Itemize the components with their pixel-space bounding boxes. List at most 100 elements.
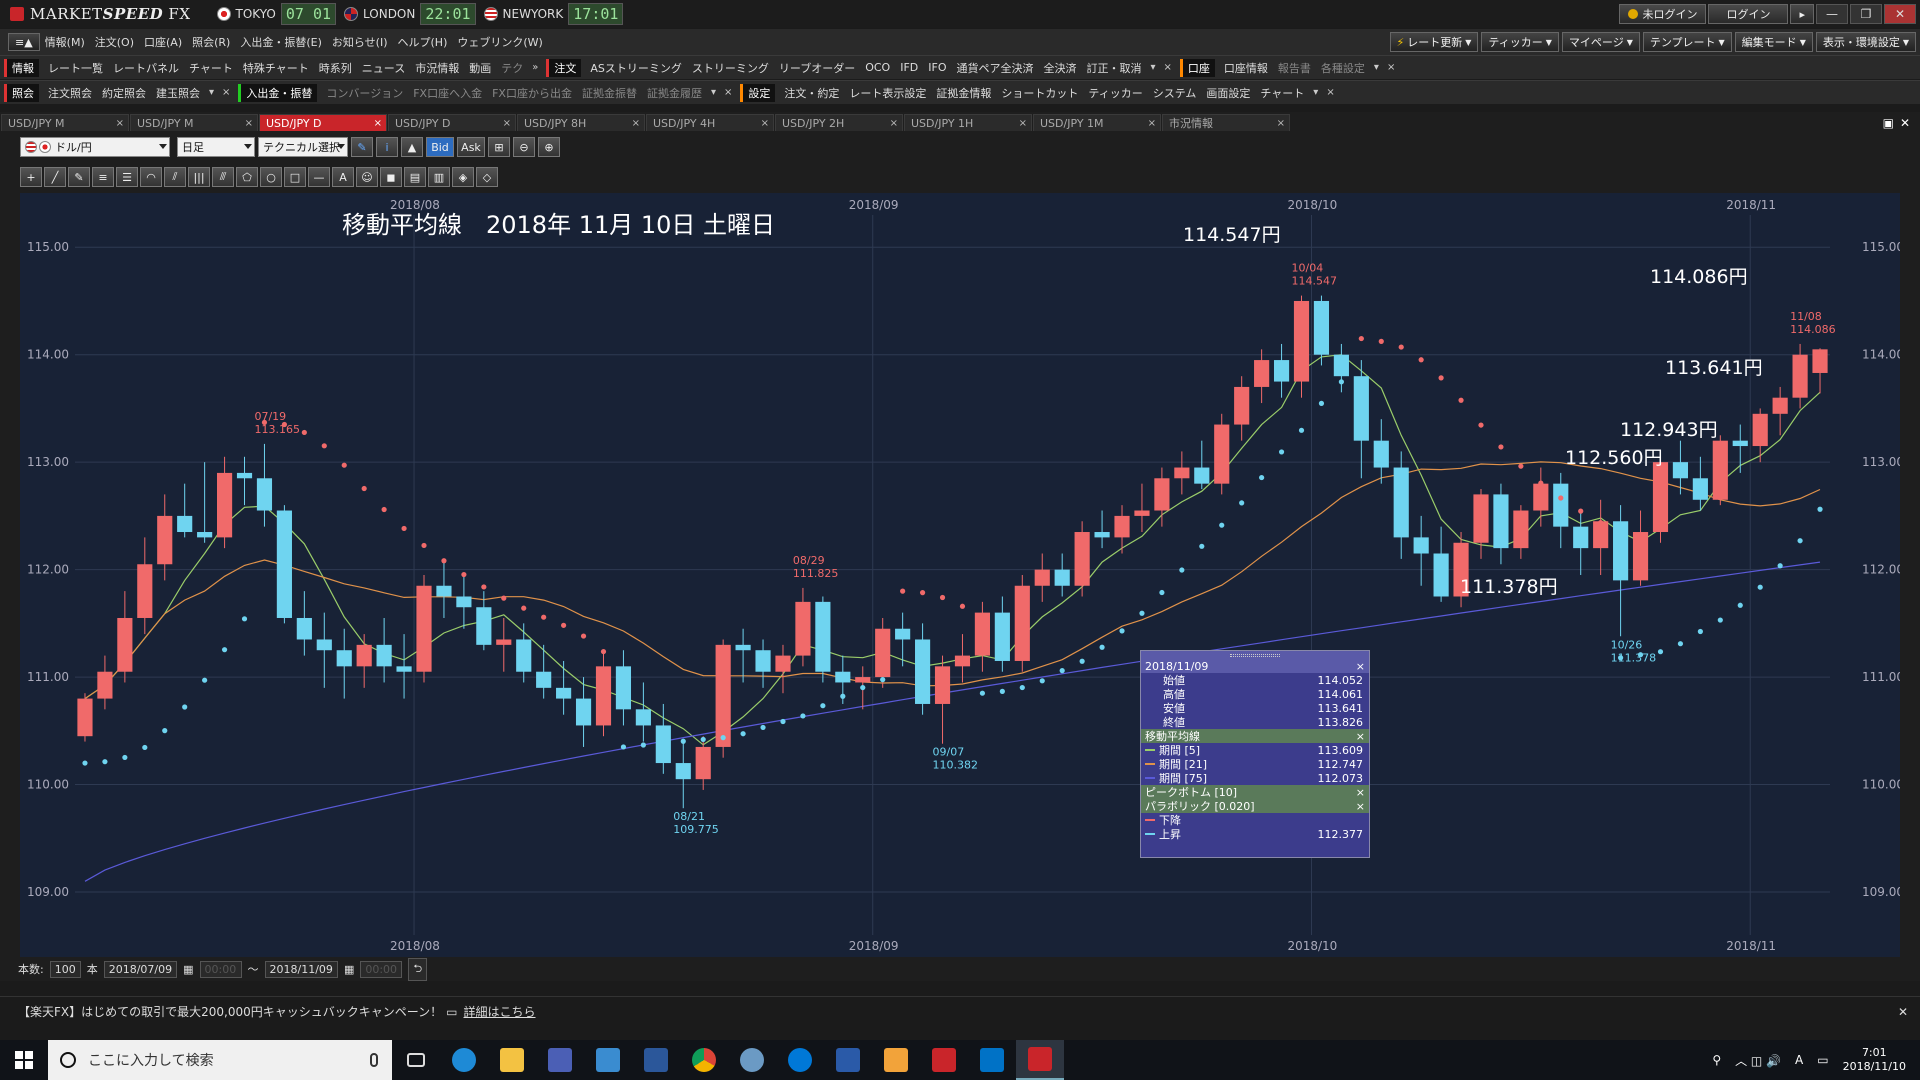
close-icon[interactable]: × [1322,87,1338,98]
draw-tool-icon[interactable]: ≡ [92,167,114,187]
tab-usdjpy-m-2[interactable]: USD/JPY M × [130,114,258,131]
tab-usdjpy-4h[interactable]: USD/JPY 4H × [646,114,774,131]
draw-tool-icon[interactable]: ☺ [356,167,378,187]
pen-icon[interactable]: ✎ [351,137,373,157]
tool-system[interactable]: システム [1148,85,1202,101]
draw-tool-icon[interactable]: ╱ [44,167,66,187]
draw-tool-icon[interactable]: A [332,167,354,187]
tool-video[interactable]: 動画 [464,60,496,76]
menu-info[interactable]: 情報(M) [40,34,90,50]
menu-deposit[interactable]: 入出金・振替(E) [235,34,327,50]
more-icon[interactable]: » [528,62,542,73]
menu-account[interactable]: 口座(A) [139,34,187,50]
taskbar-search[interactable]: ここに入力して検索 [48,1040,392,1080]
close-icon[interactable]: × [1383,62,1399,73]
tool-oco[interactable]: OCO [860,61,895,74]
tab-usdjpy-1h[interactable]: USD/JPY 1H × [904,114,1032,131]
marketspeed-fx-icon[interactable] [1016,1040,1064,1080]
menu-help[interactable]: ヘルプ(H) [393,34,453,50]
draw-tool-icon[interactable]: + [20,167,42,187]
word-icon[interactable] [632,1040,680,1080]
feather-app-icon[interactable] [824,1040,872,1080]
zoom-out-icon[interactable]: ⊖ [513,137,535,157]
maximize-panel-icon[interactable]: ▣ [1883,116,1894,130]
tool-modify-cancel[interactable]: 訂正・取消 [1082,60,1147,76]
close-panel-icon[interactable]: ✕ [1900,116,1910,130]
tool-report[interactable]: 報告書 [1273,60,1316,76]
calendar-icon[interactable]: ▦ [183,963,193,976]
tool-rate-display-settings[interactable]: レート表示設定 [844,85,931,101]
draw-tool-icon[interactable]: ◼ [380,167,402,187]
close-icon[interactable]: × [218,87,234,98]
tool-ticker[interactable]: ティッカー [1083,85,1147,101]
menu-notice[interactable]: お知らせ(I) [327,34,393,50]
tool-order-inquiry[interactable]: 注文照会 [43,85,97,101]
task-view-icon[interactable] [392,1040,440,1080]
to-time-field[interactable]: 00:00 [360,960,403,978]
ie-icon[interactable] [440,1040,488,1080]
tab-usdjpy-8h[interactable]: USD/JPY 8H × [517,114,645,131]
restore-button[interactable]: ❐ [1850,4,1882,24]
zoom-in-icon[interactable]: ⊕ [538,137,560,157]
tab-usdjpy-1m[interactable]: USD/JPY 1M × [1033,114,1161,131]
tool-settings[interactable]: 各種設定 [1316,60,1370,76]
mypage-button[interactable]: マイページ ▼ [1561,32,1640,52]
tab-market-info[interactable]: 市況情報 × [1162,114,1290,131]
edge-icon[interactable] [776,1040,824,1080]
taskbar-clock[interactable]: 7:01 2018/11/10 [1843,1046,1906,1074]
draw-tool-icon[interactable]: ||| [188,167,210,187]
dropdown-icon[interactable]: ▾ [205,87,218,98]
tool-special-chart[interactable]: 特殊チャート [238,60,314,76]
currency-pair-select[interactable]: ドル/円 [20,137,170,157]
tool-time-series[interactable]: 時系列 [314,60,357,76]
dropdown-icon[interactable]: ▾ [1147,62,1160,73]
draw-tool-icon[interactable]: ⬠ [236,167,258,187]
mountain-chart-icon[interactable]: ▲ [401,137,423,157]
tool-withdraw[interactable]: FX口座から出金 [487,85,577,101]
start-button[interactable] [0,1040,48,1080]
close-icon[interactable]: × [116,118,124,129]
tool-position-inquiry[interactable]: 建玉照会 [151,85,205,101]
close-icon[interactable]: × [503,118,511,129]
rate-update-button[interactable]: ⚡ レート更新 ▼ [1389,32,1479,52]
close-icon[interactable]: × [1356,786,1365,799]
menu-order[interactable]: 注文(O) [90,34,139,50]
app-window-icon[interactable] [584,1040,632,1080]
tool-shortcut[interactable]: ショートカット [996,85,1083,101]
draw-tool-icon[interactable]: ◠ [140,167,162,187]
tool-margin-history[interactable]: 証拠金履歴 [642,85,707,101]
outlook-icon[interactable] [968,1040,1016,1080]
banner-link[interactable]: 詳細はこちら [464,1003,536,1020]
explorer-icon[interactable] [488,1040,536,1080]
ime-indicator[interactable]: A [1795,1053,1803,1067]
draw-tool-icon[interactable]: ⫽ [164,167,186,187]
info-icon[interactable]: i [376,137,398,157]
notification-icon[interactable]: ▭ [1817,1053,1828,1067]
tool-chart[interactable]: チャート [184,60,238,76]
tool-ifd[interactable]: IFD [895,61,923,74]
microphone-icon[interactable] [370,1053,378,1067]
close-icon[interactable]: × [374,118,382,129]
close-icon[interactable]: × [632,118,640,129]
template-button[interactable]: テンプレート ▼ [1642,32,1732,52]
draw-tool-icon[interactable]: □ [284,167,306,187]
tool-technical[interactable]: テク [496,60,528,76]
chart-plot[interactable]: 115.00 115.00 114.00 114.00 113.00 113.00 112.… [20,193,1904,957]
draw-tool-icon[interactable]: ▤ [404,167,426,187]
drag-handle[interactable] [1141,651,1369,659]
tray-icons[interactable]: ︿ ◫ 🔊 [1735,1052,1781,1069]
close-button[interactable]: ✕ [1884,4,1916,24]
close-icon[interactable]: × [720,87,736,98]
next-button[interactable]: ▸ [1790,4,1814,24]
draw-tool-icon[interactable]: ○ [260,167,282,187]
tool-market-info[interactable]: 市況情報 [410,60,464,76]
calculator-app-icon[interactable] [536,1040,584,1080]
tool-pair-close-all[interactable]: 通貨ペア全決済 [952,60,1039,76]
draw-tool-icon[interactable]: ☰ [116,167,138,187]
from-time-field[interactable]: 00:00 [199,960,242,978]
tool-screen-settings[interactable]: 画面設定 [1201,85,1255,101]
tool-account-info[interactable]: 口座情報 [1219,60,1273,76]
draw-tool-icon[interactable]: ◈ [452,167,474,187]
paint-icon[interactable] [728,1040,776,1080]
tool-news[interactable]: ニュース [357,60,410,76]
